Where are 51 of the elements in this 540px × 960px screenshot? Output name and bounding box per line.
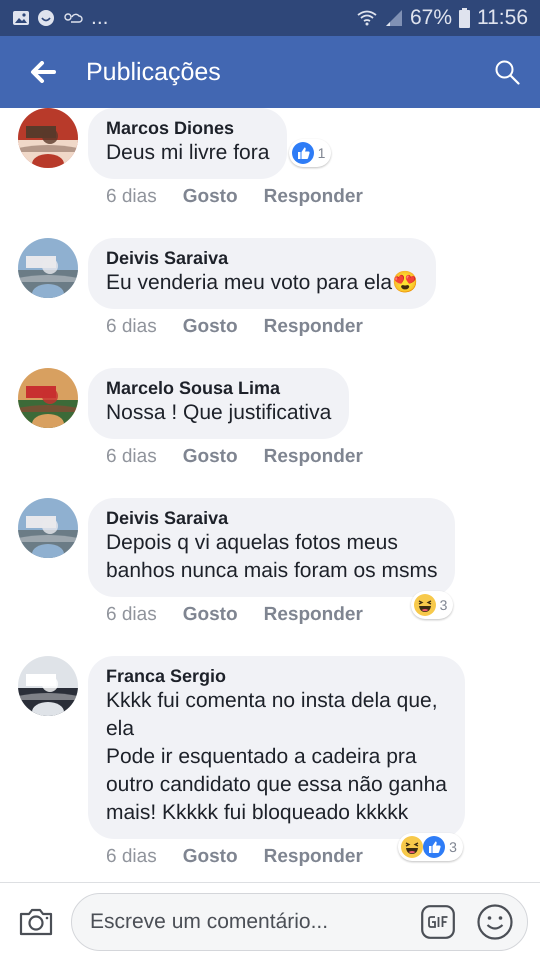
like-link[interactable]: Gosto	[182, 846, 238, 868]
search-icon[interactable]	[494, 59, 520, 85]
comment-field[interactable]: Escreve um comentário...	[71, 892, 528, 950]
comment-time: 6 dias	[106, 186, 157, 208]
back-arrow-icon[interactable]	[30, 61, 56, 83]
comment-time: 6 dias	[106, 846, 157, 868]
reaction-count[interactable]: 1	[288, 139, 332, 167]
author-name[interactable]: Marcelo Sousa Lima	[106, 377, 332, 399]
like-link[interactable]: Gosto	[182, 316, 238, 338]
comment-text: Deus mi livre fora	[106, 140, 270, 166]
comment-input[interactable]: Escreve um comentário...	[88, 908, 399, 934]
comment-time: 6 dias	[106, 316, 157, 338]
notification-overflow: ...	[91, 6, 109, 30]
reply-link[interactable]: Responder	[264, 446, 363, 468]
thumbs-up-icon	[292, 142, 314, 164]
clock: 11:56	[477, 6, 528, 30]
battery-percentage: 67%	[410, 6, 452, 30]
comment-text: Depois q vi aquelas fotos meus banhos nunca mais foram os msms	[106, 530, 438, 584]
smiley-face-icon[interactable]	[477, 904, 513, 940]
laughing-face-icon	[401, 836, 424, 858]
wifi-icon	[356, 9, 378, 27]
battery-icon	[459, 8, 470, 28]
author-name[interactable]: Deivis Saraiva	[106, 507, 438, 529]
author-name[interactable]: Franca Sergio	[106, 665, 447, 687]
reaction-number: 1	[318, 145, 326, 161]
like-link[interactable]: Gosto	[182, 604, 238, 626]
thumbs-up-icon	[423, 836, 446, 858]
reaction-count[interactable]: 3	[410, 591, 454, 619]
gif-icon[interactable]	[421, 904, 455, 938]
comment-time: 6 dias	[106, 604, 157, 626]
like-link[interactable]: Gosto	[182, 446, 238, 468]
page-title: Publicações	[86, 58, 222, 86]
reaction-number: 3	[449, 839, 457, 855]
smiley-icon	[37, 9, 55, 27]
reply-link[interactable]: Responder	[264, 316, 363, 338]
camera-icon[interactable]	[18, 906, 54, 936]
reaction-number: 3	[440, 597, 448, 613]
author-name[interactable]: Marcos Diones	[106, 117, 270, 139]
laughing-face-icon	[414, 594, 436, 616]
reply-link[interactable]: Responder	[264, 846, 363, 868]
author-name[interactable]: Deivis Saraiva	[106, 247, 418, 269]
comment-text: Nossa ! Que justificativa	[106, 400, 332, 426]
comment-text: Eu venderia meu voto para ela😍	[106, 270, 418, 296]
comment-time: 6 dias	[106, 446, 157, 468]
reaction-count[interactable]: 3	[398, 833, 463, 861]
signal-icon	[384, 9, 403, 27]
image-icon	[12, 10, 30, 26]
reply-link[interactable]: Responder	[264, 604, 363, 626]
reply-link[interactable]: Responder	[264, 186, 363, 208]
like-link[interactable]: Gosto	[182, 186, 238, 208]
comment-text: Kkkk fui comenta no insta dela que, ela Pode ir esquentado a cadeira pra outro candidato que essa não ganha mais! Kkkkk fui bloqueado kkkkk	[106, 688, 447, 826]
